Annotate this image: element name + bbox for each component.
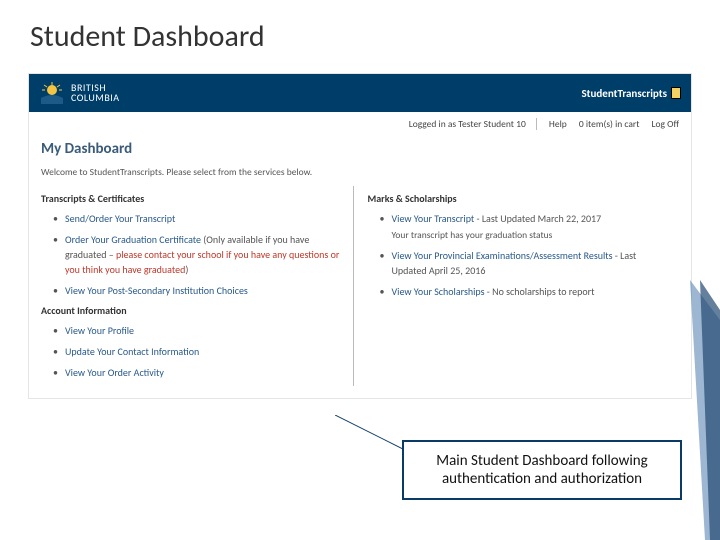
update-contact-link[interactable]: Update Your Contact Information: [65, 345, 199, 358]
slide-title: Student Dashboard: [0, 0, 720, 63]
logoff-link[interactable]: Log Off: [652, 118, 679, 130]
list-item: View Your Provincial Examinations/Assess…: [380, 248, 668, 278]
callout-box: Main Student Dashboard following authent…: [402, 440, 682, 500]
brand-bottom: COLUMBIA: [71, 93, 120, 103]
transcript-sub: Your transcript has your graduation stat…: [392, 228, 668, 242]
document-icon: [671, 87, 681, 99]
bc-logo: BRITISH COLUMBIA: [39, 82, 120, 104]
welcome-text: Welcome to StudentTranscripts. Please se…: [29, 164, 691, 186]
list-item: View Your Scholarships - No scholarships…: [380, 284, 668, 299]
app-header: BRITISH COLUMBIA StudentTranscripts: [29, 74, 691, 112]
app-title: StudentTranscripts: [581, 87, 681, 100]
help-link[interactable]: Help: [549, 118, 567, 130]
section-marks: Marks & Scholarships: [368, 192, 668, 205]
view-psi-link[interactable]: View Your Post-Secondary Institution Cho…: [65, 284, 248, 297]
list-item: View Your Order Activity: [53, 365, 341, 380]
right-column: Marks & Scholarships View Your Transcrip…: [354, 186, 680, 386]
view-scholarships-link[interactable]: View Your Scholarships: [392, 285, 485, 298]
dashboard-screenshot: BRITISH COLUMBIA StudentTranscripts Logg…: [28, 73, 692, 399]
section-transcripts: Transcripts & Certificates: [41, 192, 341, 205]
list-item: View Your Post-Secondary Institution Cho…: [53, 283, 341, 298]
left-column: Transcripts & Certificates Send/Order Yo…: [41, 186, 354, 386]
sun-icon: [39, 82, 65, 104]
dashboard-title: My Dashboard: [29, 136, 691, 164]
view-transcript-link[interactable]: View Your Transcript: [392, 212, 475, 225]
list-item: Order Your Graduation Certificate (Only …: [53, 232, 341, 277]
list-item: View Your Transcript - Last Updated Marc…: [380, 211, 668, 242]
logged-in-label: Logged in as Tester Student 10: [409, 118, 537, 130]
list-item: View Your Profile: [53, 323, 341, 338]
cart-link[interactable]: 0 item(s) in cart: [579, 118, 639, 130]
callout-leader-line: [335, 415, 405, 455]
list-item: Send/Order Your Transcript: [53, 211, 341, 226]
view-orders-link[interactable]: View Your Order Activity: [65, 366, 164, 379]
view-profile-link[interactable]: View Your Profile: [65, 324, 134, 337]
section-account: Account Information: [41, 304, 341, 317]
send-transcript-link[interactable]: Send/Order Your Transcript: [65, 212, 175, 225]
list-item: Update Your Contact Information: [53, 344, 341, 359]
corner-accent: [660, 280, 720, 540]
utility-bar: Logged in as Tester Student 10 Help 0 it…: [29, 112, 691, 136]
order-grad-cert-link[interactable]: Order Your Graduation Certificate: [65, 233, 201, 246]
view-exams-link[interactable]: View Your Provincial Examinations/Assess…: [392, 249, 613, 262]
